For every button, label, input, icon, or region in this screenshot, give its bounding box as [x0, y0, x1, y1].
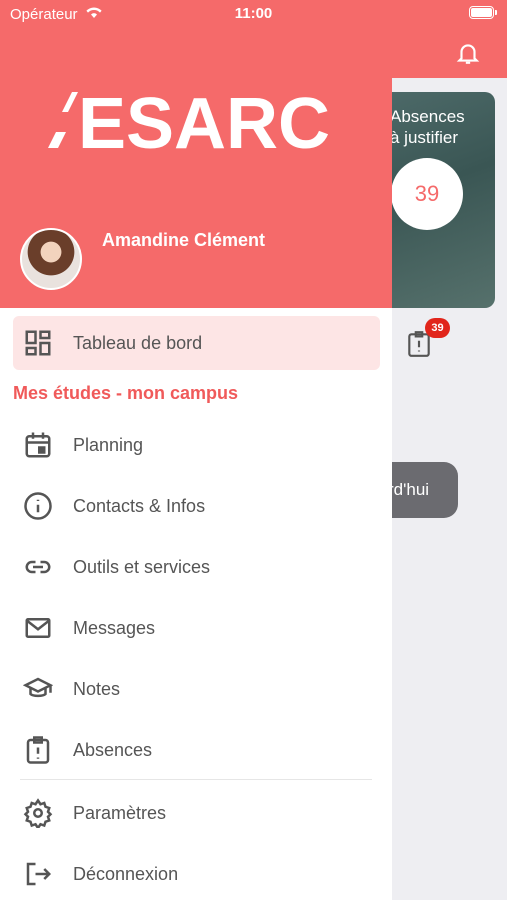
clock: 11:00	[234, 5, 273, 22]
side-drawer: ESARC Amandine Clément Tableau de bord M…	[0, 0, 392, 900]
absences-badge: 39	[425, 318, 450, 338]
bell-icon[interactable]	[455, 40, 481, 66]
link-icon	[25, 560, 51, 574]
nav-label-notes: Notes	[73, 678, 121, 699]
avatar[interactable]	[20, 228, 82, 290]
nav-label-tools: Outils et services	[73, 556, 211, 577]
alert-clipboard-icon	[26, 736, 50, 764]
nav-label-planning: Planning	[73, 434, 144, 455]
nav-item-absences[interactable]: Absences	[13, 723, 380, 777]
mail-icon	[25, 618, 51, 638]
nav-item-logout[interactable]: Déconnexion	[13, 847, 380, 900]
nav-item-messages[interactable]: Messages	[13, 601, 380, 655]
svg-text:ESARC: ESARC	[78, 88, 330, 152]
menu-divider	[20, 779, 372, 780]
nav-label-contacts: Contacts & Infos	[73, 495, 206, 516]
user-name: Amandine Clément	[102, 230, 266, 250]
nav-label-dashboard: Tableau de bord	[73, 332, 203, 353]
calendar-icon	[25, 432, 51, 458]
logout-icon	[26, 862, 52, 886]
battery-icon	[469, 6, 497, 19]
info-icon	[24, 492, 52, 520]
nav-label-logout: Déconnexion	[73, 863, 179, 884]
nav-label-messages: Messages	[73, 617, 156, 638]
drawer-header: ESARC Amandine Clément	[0, 0, 392, 308]
section-title: Mes études - mon campus	[13, 383, 239, 403]
nav-item-notes[interactable]: Notes	[13, 662, 380, 716]
nav-item-dashboard[interactable]: Tableau de bord	[13, 316, 380, 370]
nav-label-settings: Paramètres	[73, 802, 167, 823]
nav-item-tools[interactable]: Outils et services	[13, 540, 380, 594]
nav-item-planning[interactable]: Planning	[13, 418, 380, 472]
esarc-logo: ESARC	[48, 88, 330, 152]
graduation-cap-icon	[23, 677, 53, 698]
nav-item-contacts[interactable]: Contacts & Infos	[13, 479, 380, 533]
absences-card-count: 39	[391, 158, 463, 230]
nav-item-settings[interactable]: Paramètres	[13, 786, 380, 840]
gear-icon	[23, 798, 53, 828]
dashboard-icon	[25, 330, 51, 356]
nav-label-absences: Absences	[73, 739, 153, 760]
status-bar: Opérateur 11:00	[0, 0, 507, 30]
absences-card-title: Absences à justifier	[390, 107, 465, 147]
